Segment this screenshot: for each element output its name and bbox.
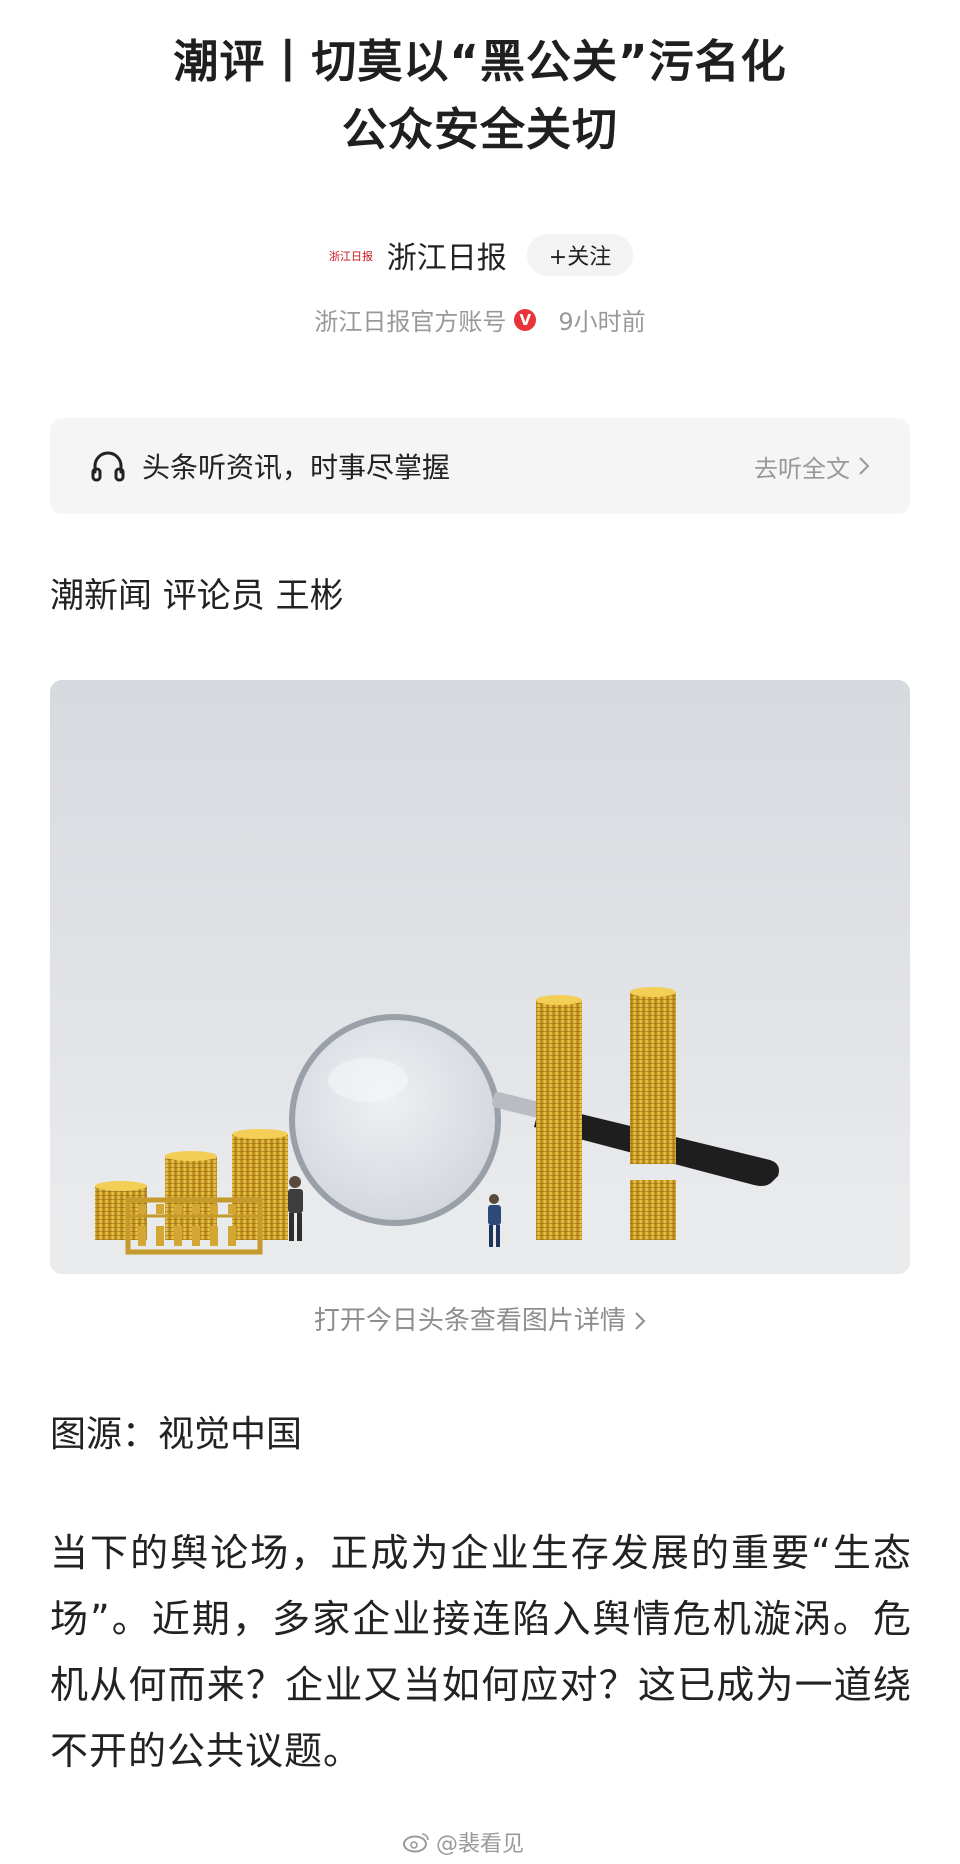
listen-full-label: 去听全文	[754, 454, 850, 483]
svg-text:浙江日报: 浙江日报	[329, 249, 373, 263]
listen-label: 头条听资讯，时事尽掌握	[142, 451, 451, 484]
author-meta: 浙江日报官方账号 V 9小时前	[0, 302, 960, 337]
open-app-label: 打开今日头条查看图片详情	[313, 1306, 626, 1336]
article-byline: 潮新闻 评论员 王彬	[50, 576, 344, 616]
account-label: 浙江日报官方账号	[314, 308, 507, 336]
article-title-line-1: 潮评丨切莫以“黑公关”污名化	[173, 35, 787, 88]
publisher-logo[interactable]: 浙江日报	[327, 243, 375, 267]
article-body-paragraph: 当下的舆论场，正成为企业生存发展的重要“生态场”。近期，多家企业接连陷入舆情危机…	[50, 1531, 912, 1773]
verified-badge-icon: V	[514, 308, 537, 331]
publish-time: 9小时前	[558, 308, 646, 336]
chevron-right-icon	[859, 457, 870, 475]
article-image[interactable]	[50, 680, 910, 1274]
article-title: 潮评丨切莫以“黑公关”污名化 公众安全关切	[0, 28, 960, 164]
follow-button[interactable]: +关注	[526, 234, 634, 276]
author-row: 浙江日报 浙江日报 +关注	[0, 233, 960, 277]
headphones-icon	[91, 451, 125, 482]
image-source: 图源：视觉中国	[50, 1414, 303, 1455]
author-name[interactable]: 浙江日报	[387, 233, 507, 277]
watermark-text: @裴看见	[436, 1832, 525, 1857]
figure-caption[interactable]: 打开今日头条查看图片详情	[0, 1300, 960, 1337]
watermark: @裴看见	[402, 1826, 524, 1858]
listen-banner[interactable]: 头条听资讯，时事尽掌握 去听全文	[50, 418, 910, 514]
article-title-line-2: 公众安全关切	[341, 103, 618, 156]
weibo-icon	[403, 1833, 429, 1853]
chevron-right-icon	[635, 1312, 646, 1330]
listen-full-link[interactable]: 去听全文	[754, 449, 870, 484]
